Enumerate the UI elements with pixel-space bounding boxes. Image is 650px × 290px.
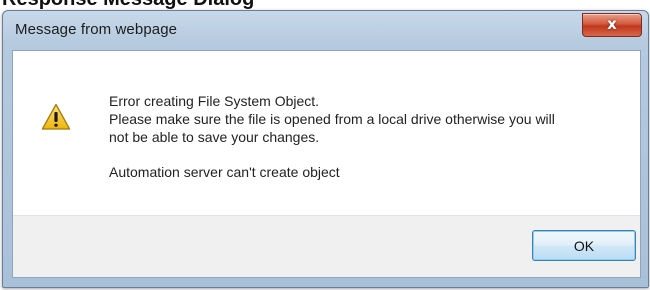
- dialog-footer: OK: [13, 215, 640, 277]
- message-dialog: Message from webpage x Error creating Fi…: [2, 10, 649, 288]
- message-secondary: Automation server can't create object: [109, 164, 340, 180]
- page-caption-text: Response Message Dialog: [2, 0, 254, 10]
- ok-button[interactable]: OK: [532, 230, 636, 261]
- dialog-title: Message from webpage: [15, 21, 178, 38]
- close-button[interactable]: x: [582, 13, 642, 37]
- message-text: Error creating File System Object. Pleas…: [109, 92, 619, 181]
- warning-icon: [41, 103, 71, 130]
- dialog-content: Error creating File System Object. Pleas…: [12, 50, 641, 278]
- close-icon: x: [607, 15, 617, 33]
- message-line: Please make sure the file is opened from…: [109, 111, 555, 127]
- dialog-titlebar[interactable]: Message from webpage x: [3, 11, 648, 49]
- message-line: not be able to save your changes.: [109, 129, 320, 145]
- message-line: Error creating File System Object.: [109, 93, 320, 109]
